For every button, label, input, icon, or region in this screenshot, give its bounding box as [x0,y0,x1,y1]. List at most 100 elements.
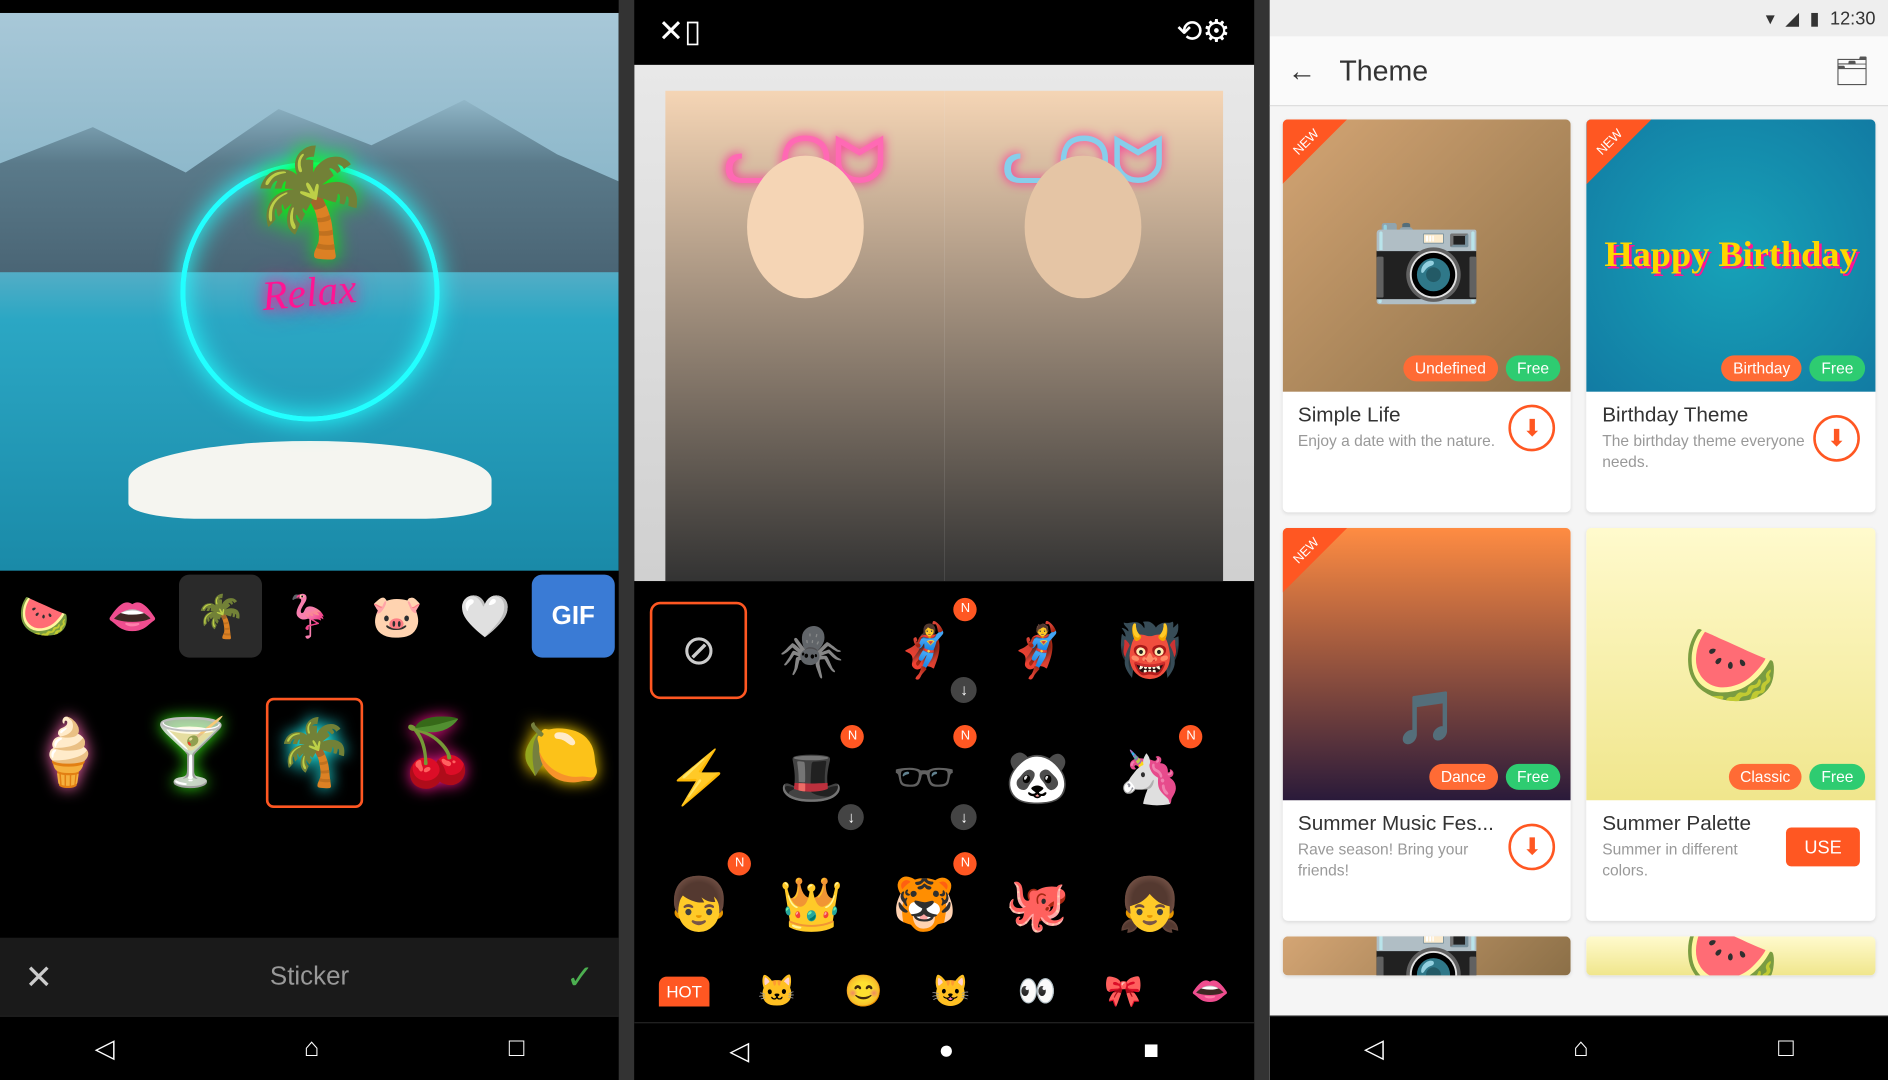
download-button[interactable]: ⬇ [1509,405,1556,452]
face-filter-screen: ✕ ▯ ⟲ ⚙ ᓚᘏᗢ ᓚᘏᗢ ⊘🕷️🦸‍♀️N↓🦸👹⚡🎩N↓🕶️N↓🐼🦄N👦N… [635,0,1254,1080]
filter-grid: ⊘🕷️🦸‍♀️N↓🦸👹 ⚡🎩N↓🕶️N↓🐼🦄N 👦N👑🐯N🐙👧 [635,581,1254,962]
theme-title: Summer Music Fes... [1298,813,1509,836]
no-filter-button[interactable]: ⊘ [650,602,747,699]
theme-card-peek[interactable] [1587,937,1876,976]
settings-icon[interactable]: ⚙ [1203,13,1231,51]
back-nav-icon[interactable]: ◁ [95,1032,115,1064]
filter-tab-5[interactable]: 🎀 [1104,973,1143,1011]
theme-grid[interactable]: NEWUndefinedFree Simple Life Enjoy a date … [1269,106,1888,1015]
theme-card-2[interactable]: NEWDanceFreeSummer Music Fes...Rave seas… [1282,528,1571,921]
recent-nav-icon[interactable]: ■ [1143,1037,1159,1067]
back-nav-icon[interactable]: ◁ [1364,1032,1384,1064]
category-5[interactable]: 🤍 [444,575,527,658]
close-icon[interactable]: ✕ [658,13,684,51]
filter-tab-2[interactable]: 😊 [844,973,883,1011]
panel-title: Sticker [78,962,541,992]
use-button[interactable]: USE [1786,828,1860,867]
filter-tab-0[interactable]: HOT [659,977,710,1007]
status-bar: ▾ ◢ ▮ 12:30 [1269,0,1888,36]
category-1[interactable]: 👄 [91,575,174,658]
category-tag: Birthday [1721,355,1801,381]
cancel-button[interactable]: ✕ [0,957,78,997]
theme-list-screen: ▾ ◢ ▮ 12:30 ← Theme 🗂 NEWUndefinedFree Si… [1269,0,1888,1080]
theme-thumbnail: NEWUndefinedFree [1282,119,1571,391]
theme-header: ← Theme 🗂 [1269,36,1888,106]
flip-camera-icon[interactable]: ⟲ [1176,13,1202,51]
download-button[interactable]: ⬇ [1509,824,1556,871]
wifi-icon: ▾ [1766,7,1775,29]
recent-nav-icon[interactable]: □ [1778,1034,1794,1064]
filter-tab-6[interactable]: 👄 [1191,973,1230,1011]
category-tag: Dance [1429,764,1497,790]
theme-card-3[interactable]: ClassicFreeSummer PaletteSummer in diffe… [1587,528,1876,921]
sticker-0[interactable]: 🍦 [19,697,116,807]
category-4[interactable]: 🐷 [355,575,438,658]
filter-0-1[interactable]: 🕷️ [763,602,860,699]
sticker-text: Relax [260,264,358,320]
filter-tabs: HOT 🐱 😊 😺 👀 🎀 👄 [635,963,1254,1022]
filter-1-0[interactable]: ⚡ [650,729,747,826]
filter-tab-1[interactable]: 🐱 [758,973,797,1011]
preview-canvas[interactable]: 🌴 Relax [0,13,619,571]
aspect-ratio-icon[interactable]: ▯ [684,13,701,51]
theme-title: Birthday Theme [1602,405,1813,428]
theme-info: Summer Music Fes... Rave season! Bring yo… [1282,800,1571,894]
theme-info: Summer PaletteSummer in different colors… [1587,800,1876,894]
filter-2-3[interactable]: 🐙 [989,856,1086,953]
filter-0-3[interactable]: 🦸 [989,602,1086,699]
theme-title: Summer Palette [1602,813,1786,836]
applied-sticker[interactable]: 🌴 Relax [180,162,439,421]
theme-desc: Enjoy a date with the nature. [1298,432,1509,452]
recent-nav-icon[interactable]: □ [509,1034,525,1064]
download-button[interactable]: ⬇ [1813,415,1860,462]
home-nav-icon[interactable]: ⌂ [304,1034,320,1064]
back-button[interactable]: ← [1287,54,1316,88]
price-tag: Free [1505,764,1560,790]
back-nav-icon[interactable]: ◁ [729,1035,749,1067]
camera-toolbar: ✕ ▯ ⟲ ⚙ [635,0,1254,65]
sticker-4[interactable]: 🍋 [512,697,609,807]
filter-1-2[interactable]: 🕶️N↓ [876,729,973,826]
sticker-3[interactable]: 🍒 [389,697,486,807]
home-nav-icon[interactable]: ● [938,1037,954,1067]
palm-tree-icon: 🌴 [245,141,374,263]
filter-2-0[interactable]: 👦N [650,856,747,953]
sticker-grid: 🍦🍸🌴🍒🍋 [0,661,619,843]
filter-2-4[interactable]: 👧 [1102,856,1199,953]
sticker-editor-screen: 🌴 Relax 🍉👄🌴🦩🐷🤍GIF⬇ 🍦🍸🌴🍒🍋 ✕ Sticker ✓ ◁ ⌂… [0,0,619,1080]
status-time: 12:30 [1830,8,1875,29]
filter-0-2[interactable]: 🦸‍♀️N↓ [876,602,973,699]
gif-tab[interactable]: GIF [532,575,615,658]
preview-kayak [128,441,491,519]
price-tag: Free [1810,764,1865,790]
filter-1-1[interactable]: 🎩N↓ [763,729,860,826]
sticker-2[interactable]: 🌴 [266,697,363,807]
category-3[interactable]: 🦩 [267,575,350,658]
theme-card-peek[interactable] [1282,937,1571,976]
filter-2-2[interactable]: 🐯N [876,856,973,953]
category-0[interactable]: 🍉 [3,575,86,658]
theme-desc: Rave season! Bring your friends! [1298,841,1509,881]
sticker-category-row: 🍉👄🌴🦩🐷🤍GIF⬇ [0,571,619,662]
filter-2-1[interactable]: 👑 [763,856,860,953]
filter-1-4[interactable]: 🦄N [1102,729,1199,826]
theme-thumbnail: ClassicFree [1587,528,1876,800]
theme-desc: The birthday theme everyone needs. [1602,432,1813,472]
filter-0-4[interactable]: 👹 [1102,602,1199,699]
android-nav-bar: ◁ ● ■ [635,1022,1254,1080]
filter-tab-4[interactable]: 👀 [1018,973,1057,1011]
confirm-button[interactable]: ✓ [541,957,619,997]
android-nav-bar: ◁ ⌂ □ [1269,1016,1888,1080]
filter-1-3[interactable]: 🐼 [989,729,1086,826]
new-badge: NEW [1587,119,1652,184]
theme-card-0[interactable]: NEWUndefinedFree Simple Life Enjoy a date … [1282,119,1571,512]
home-nav-icon[interactable]: ⌂ [1573,1034,1589,1064]
filter-tab-3[interactable]: 😺 [931,973,970,1011]
theme-card-1[interactable]: NEWHappy BirthdayBirthdayFreeBirthday Th… [1587,119,1876,512]
category-2[interactable]: 🌴 [179,575,262,658]
theme-title: Simple Life [1298,405,1509,428]
theme-info: Birthday Theme The birthday theme everyon… [1587,392,1876,486]
sticker-1[interactable]: 🍸 [143,697,240,807]
library-icon[interactable]: 🗂 [1834,54,1870,88]
battery-icon: ▮ [1810,7,1820,29]
